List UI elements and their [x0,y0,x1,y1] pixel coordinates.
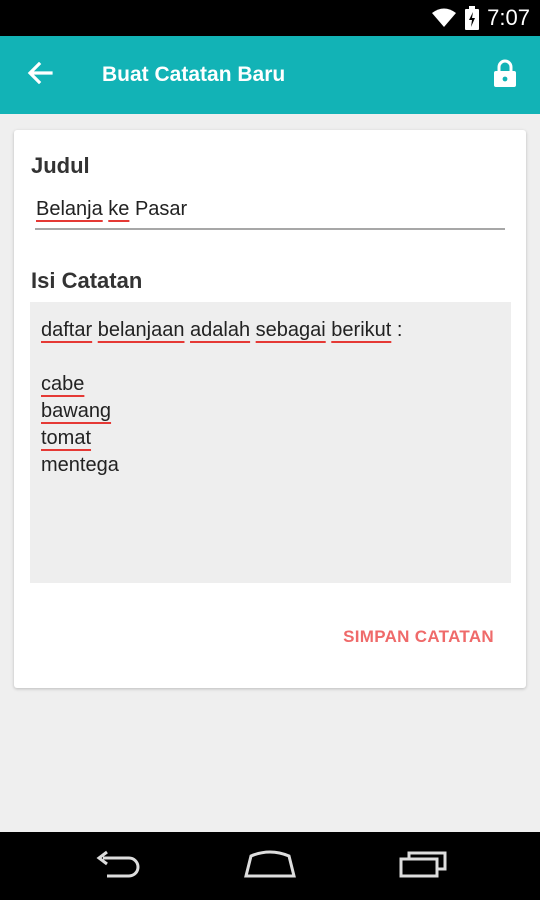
body-textarea[interactable]: daftar belanjaan adalah sebagai berikut … [30,302,511,583]
arrow-left-icon [27,61,53,89]
nav-home-icon [243,850,297,883]
body-word: belanjaan [97,319,185,341]
body-word: adalah [190,319,251,341]
nav-back-button[interactable] [77,832,157,900]
body-word: berikut [331,319,392,341]
wifi-icon [431,8,457,28]
nav-home-button[interactable] [230,832,310,900]
body-line: daftar belanjaan adalah sebagai berikut … [41,317,500,344]
nav-recents-button[interactable] [383,832,463,900]
battery-icon [465,6,480,30]
note-form-card: Judul Belanja ke Pasar Isi Catatan dafta… [14,130,526,688]
lock-button[interactable] [470,36,540,114]
nav-recents-icon [398,850,448,883]
title-label: Judul [31,153,90,178]
lock-icon [493,59,517,92]
status-time: 7:07 [487,5,530,30]
app-bar: Buat Catatan Baru [0,36,540,114]
body-word: daftar [41,319,93,341]
body-line [41,344,500,371]
nav-back-icon [93,850,141,883]
body-line: mentega [41,452,500,479]
body-label: Isi Catatan [31,268,143,293]
body-word: sebagai [255,319,326,341]
body-word: mentega [41,454,119,476]
back-button[interactable] [0,36,80,114]
body-word: tomat [41,427,92,449]
body-word: : [396,319,403,341]
system-nav-bar [0,832,540,900]
save-note-button[interactable]: SIMPAN CATATAN [343,627,494,647]
page-title: Buat Catatan Baru [102,63,286,86]
body-line: cabe [41,371,500,398]
status-bar: 7:07 [0,0,540,36]
body-line: bawang [41,398,500,425]
body-word: cabe [41,373,85,395]
body-word: bawang [41,400,112,422]
title-input[interactable] [35,194,505,230]
body-line: tomat [41,425,500,452]
